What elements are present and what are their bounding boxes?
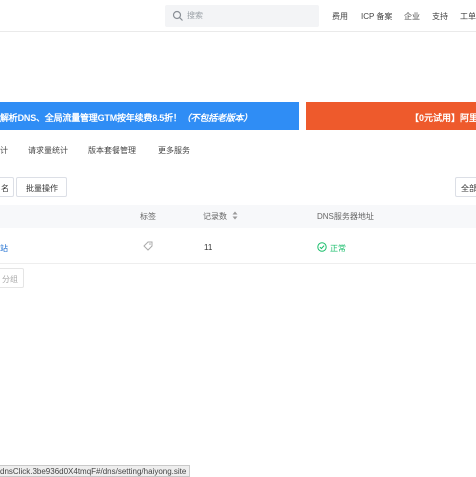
nav-icp-filing[interactable]: ICP 备案 bbox=[361, 11, 392, 22]
check-circle-icon bbox=[317, 242, 327, 252]
batch-operation-button-label: 批量操作 bbox=[26, 184, 58, 193]
browser-status-bar: dnsClick.3be936d0X4tmqF#/dns/setting/hai… bbox=[0, 465, 191, 477]
status-badge: 正常 bbox=[330, 244, 346, 253]
filter-all-select[interactable]: 全部 bbox=[455, 177, 476, 197]
nav-ticket[interactable]: 工单 bbox=[460, 11, 476, 22]
tab-request-stats[interactable]: 请求量统计 bbox=[28, 145, 68, 156]
add-domain-button[interactable]: 名 bbox=[0, 177, 14, 197]
tag-icon[interactable] bbox=[143, 241, 153, 251]
search-icon bbox=[172, 10, 183, 21]
promo-banner-dns-text: 解析DNS、全局流量管理GTM按年续费8.5折！（不包括老版本） bbox=[0, 113, 253, 123]
sort-icon[interactable] bbox=[232, 211, 238, 220]
top-header: 搜索 费用 ICP 备案 企业 支持 工单 bbox=[0, 0, 476, 32]
tab-plan-management[interactable]: 版本套餐管理 bbox=[88, 145, 136, 156]
nav-enterprise[interactable]: 企业 bbox=[404, 11, 420, 22]
promo-banner-trial[interactable]: 【0元试用】阿里云 bbox=[306, 102, 476, 130]
promo-banner-trial-text: 【0元试用】阿里云 bbox=[410, 113, 476, 123]
domain-name-link[interactable]: 站 bbox=[0, 243, 8, 254]
batch-operation-button[interactable]: 批量操作 bbox=[16, 177, 67, 197]
column-header-record-count-label: 记录数 bbox=[203, 212, 227, 221]
add-domain-button-label: 名 bbox=[1, 184, 9, 193]
column-header-tag: 标签 bbox=[140, 212, 156, 221]
column-header-record-count[interactable]: 记录数 bbox=[203, 211, 238, 222]
status-url: dnsClick.3be936d0X4tmqF#/dns/setting/hai… bbox=[0, 467, 187, 476]
nav-billing[interactable]: 费用 bbox=[332, 11, 348, 22]
promo-banner-dns-note: （不包括老版本） bbox=[181, 113, 253, 123]
nav-support[interactable]: 支持 bbox=[432, 11, 448, 22]
tab-more-services[interactable]: 更多服务 bbox=[158, 145, 190, 156]
group-button[interactable]: 分组 bbox=[0, 268, 24, 288]
record-count-value[interactable]: 11 bbox=[204, 243, 212, 252]
table-row bbox=[0, 228, 476, 264]
group-button-label: 分组 bbox=[2, 275, 18, 284]
tab-statistics[interactable]: 计 bbox=[0, 145, 8, 156]
column-header-dns-server: DNS服务器地址 bbox=[317, 212, 374, 221]
search-input[interactable]: 搜索 bbox=[165, 5, 319, 27]
promo-banner-dns[interactable]: 解析DNS、全局流量管理GTM按年续费8.5折！（不包括老版本） bbox=[0, 102, 299, 130]
search-placeholder: 搜索 bbox=[187, 11, 203, 20]
filter-all-select-label: 全部 bbox=[461, 184, 476, 193]
